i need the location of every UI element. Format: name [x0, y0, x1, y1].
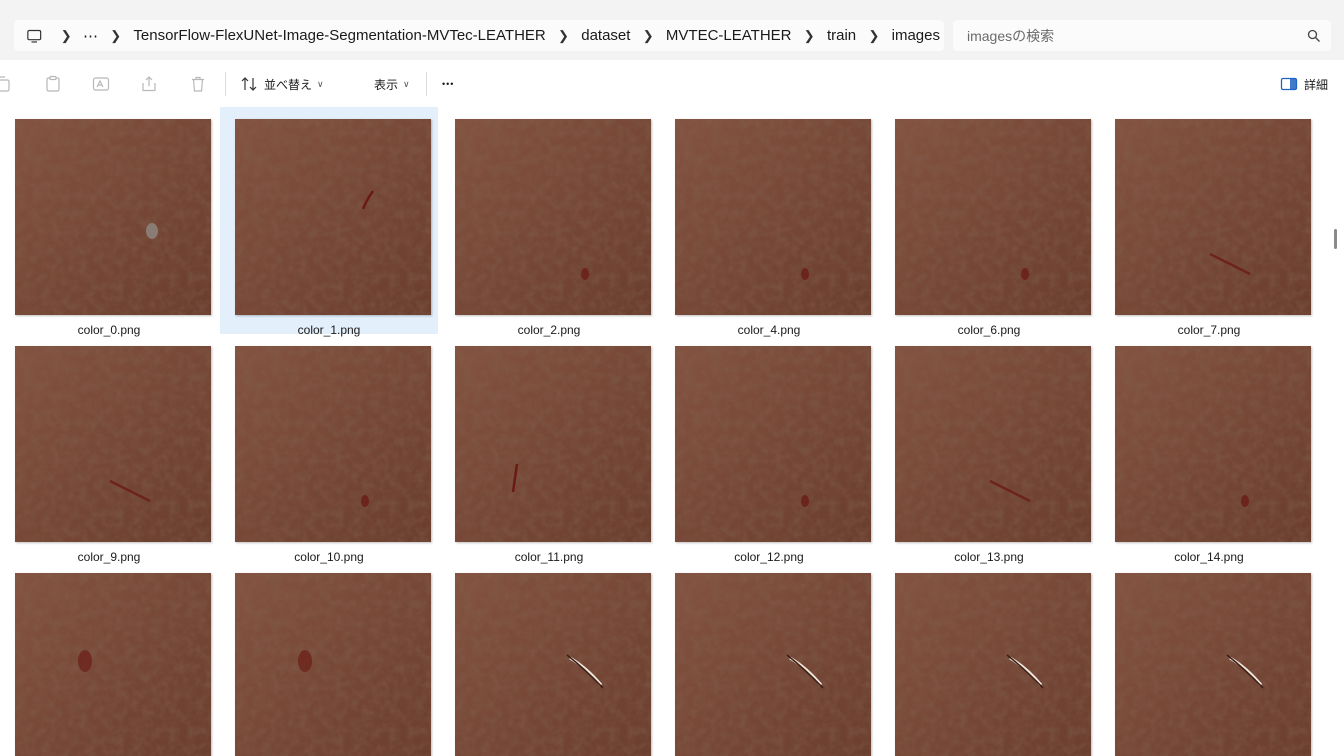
thumbnail-image — [235, 346, 431, 542]
paste-icon[interactable] — [44, 75, 62, 93]
file-item[interactable]: color_1.png — [220, 107, 438, 337]
chevron-down-icon: ∨ — [317, 78, 324, 89]
file-item[interactable] — [440, 561, 658, 756]
chevron-right-icon[interactable]: ❯ — [634, 28, 661, 44]
breadcrumb-item[interactable]: dataset — [577, 27, 634, 44]
file-item[interactable] — [220, 561, 438, 756]
file-item[interactable]: color_10.png — [220, 334, 438, 564]
thumbnail-image — [15, 119, 211, 315]
sort-icon — [241, 77, 257, 91]
chevron-right-icon[interactable]: ❯ — [52, 28, 79, 44]
delete-icon[interactable] — [189, 75, 207, 93]
thumbnail-image — [15, 346, 211, 542]
sort-button[interactable]: 並べ替え ∨ — [240, 72, 324, 96]
thumbnail-image — [455, 346, 651, 542]
details-label: 詳細 — [1303, 77, 1328, 92]
details-pane-icon — [1280, 77, 1298, 91]
file-item[interactable] — [1100, 561, 1318, 756]
thumbnail-image — [895, 346, 1091, 542]
chevron-right-icon[interactable]: ❯ — [860, 28, 887, 44]
file-grid: color_0.png color_1.png color_2.png color_4… — [0, 107, 1344, 756]
copy-icon[interactable] — [0, 75, 12, 93]
toolbar-divider — [426, 72, 427, 96]
scrollbar[interactable] — [1334, 229, 1337, 249]
file-item[interactable] — [0, 561, 218, 756]
chevron-right-icon[interactable]: ❯ — [550, 28, 577, 44]
file-item[interactable]: color_7.png — [1100, 107, 1318, 337]
thumbnail-image — [895, 573, 1091, 756]
search-input[interactable]: imagesの検索 — [967, 26, 1307, 46]
thumbnail-image — [235, 119, 431, 315]
thumbnail-image — [675, 119, 871, 315]
file-item[interactable]: color_0.png — [0, 107, 218, 337]
thumbnail-image — [455, 573, 651, 756]
file-item[interactable]: color_6.png — [880, 107, 1098, 337]
chevron-down-icon: ∨ — [403, 78, 410, 89]
breadcrumb-item[interactable]: MVTEC-LEATHER — [662, 27, 796, 44]
breadcrumb-overflow[interactable]: ⋯ — [80, 27, 102, 45]
rename-icon[interactable] — [92, 75, 110, 93]
thumbnail-image — [675, 346, 871, 542]
breadcrumb-item[interactable]: TensorFlow-FlexUNet-Image-Segmentation-M… — [129, 27, 549, 44]
thumbnail-image — [1115, 573, 1311, 756]
file-item[interactable]: color_11.png — [440, 334, 658, 564]
view-label: 表示 — [374, 77, 399, 92]
file-item[interactable]: color_14.png — [1100, 334, 1318, 564]
sort-label: 並べ替え — [264, 77, 313, 92]
more-options-button[interactable]: ••• — [442, 72, 454, 96]
thumbnail-image — [1115, 346, 1311, 542]
file-item[interactable]: color_2.png — [440, 107, 658, 337]
address-bar[interactable]: ❯ ⋯ ❯ TensorFlow-FlexUNet-Image-Segmenta… — [14, 20, 944, 51]
thumbnail-image — [235, 573, 431, 756]
search-box[interactable]: imagesの検索 — [953, 20, 1331, 51]
search-icon[interactable] — [1307, 29, 1321, 43]
file-item[interactable]: color_9.png — [0, 334, 218, 564]
title-bar: ❯ ⋯ ❯ TensorFlow-FlexUNet-Image-Segmenta… — [0, 0, 1344, 61]
breadcrumb-item[interactable]: train — [823, 27, 860, 44]
file-item[interactable] — [660, 561, 878, 756]
file-item[interactable]: color_12.png — [660, 334, 878, 564]
thumbnail-image — [455, 119, 651, 315]
details-button[interactable]: 詳細 — [1280, 72, 1328, 96]
file-item[interactable] — [880, 561, 1098, 756]
thumbnail-image — [895, 119, 1091, 315]
chevron-right-icon[interactable]: ❯ — [796, 28, 823, 44]
computer-icon[interactable] — [26, 27, 42, 45]
share-icon[interactable] — [140, 75, 158, 93]
toolbar-divider — [225, 72, 226, 96]
chevron-right-icon[interactable]: ❯ — [102, 28, 129, 44]
command-bar: 並べ替え ∨ 表示 ∨ ••• 詳細 — [0, 60, 1344, 108]
thumbnail-image — [15, 573, 211, 756]
file-item[interactable]: color_4.png — [660, 107, 878, 337]
view-button[interactable]: 表示 ∨ — [374, 72, 410, 96]
thumbnail-image — [675, 573, 871, 756]
thumbnail-image — [1115, 119, 1311, 315]
file-item[interactable]: color_13.png — [880, 334, 1098, 564]
breadcrumb-item[interactable]: images — [888, 27, 944, 44]
